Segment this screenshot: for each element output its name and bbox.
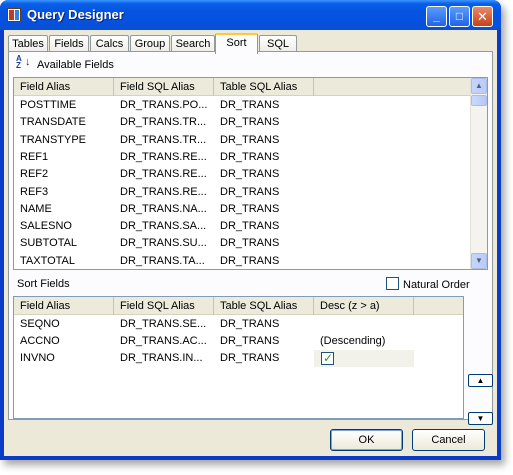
column-header-field-sql-alias[interactable]: Field SQL Alias: [114, 297, 214, 315]
column-header-field-sql-alias[interactable]: Field SQL Alias: [114, 78, 214, 96]
table-row[interactable]: REF2 DR_TRANS.RE... DR_TRANS: [14, 166, 469, 183]
available-fields-scrollbar[interactable]: ▲ ▼: [470, 78, 487, 269]
table-sql-alias-cell: DR_TRANS: [220, 335, 280, 347]
table-sql-alias-cell: DR_TRANS: [220, 99, 280, 111]
field-alias-cell: SUBTOTAL: [20, 237, 78, 250]
dialog-client-area: Tables Fields Calcs Group Search Sort SQ…: [4, 30, 497, 456]
column-header-desc[interactable]: Desc (z > a): [314, 297, 414, 315]
check-icon: ✓: [323, 351, 334, 365]
field-alias-cell: ACCNO: [20, 335, 60, 347]
maximize-button[interactable]: □: [449, 6, 470, 27]
table-sql-alias-cell: DR_TRANS: [220, 150, 280, 163]
table-row[interactable]: REF1 DR_TRANS.RE... DR_TRANS: [14, 149, 469, 166]
field-alias-cell: REF2: [20, 168, 49, 181]
table-row[interactable]: ACCNO DR_TRANS.AC... DR_TRANS (Descending): [14, 333, 463, 350]
sort-fields-header: Field Alias Field SQL Alias Table SQL Al…: [14, 297, 463, 315]
table-sql-alias-cell: DR_TRANS: [220, 133, 280, 146]
field-sql-alias-cell: DR_TRANS.TR...: [120, 116, 207, 129]
field-sql-alias-cell: DR_TRANS.PO...: [120, 99, 208, 111]
field-alias-cell: INVNO: [20, 352, 55, 364]
field-sql-alias-cell: DR_TRANS.TR...: [120, 133, 207, 146]
field-alias-cell: TRANSTYPE: [20, 133, 87, 146]
arrow-up-icon: ▲: [476, 376, 485, 385]
natural-order-label[interactable]: Natural Order: [403, 279, 470, 291]
tab-sort[interactable]: Sort: [215, 33, 258, 54]
field-sql-alias-cell: DR_TRANS.RE...: [120, 168, 207, 181]
arrow-down-icon: ▼: [476, 414, 485, 423]
sort-fields-label: Sort Fields: [17, 278, 70, 290]
field-sql-alias-cell: DR_TRANS.SE...: [120, 318, 207, 330]
field-sql-alias-cell: DR_TRANS.TA...: [120, 254, 205, 267]
table-sql-alias-cell: DR_TRANS: [220, 116, 280, 129]
column-header-table-sql-alias[interactable]: Table SQL Alias: [214, 78, 314, 96]
table-sql-alias-cell: DR_TRANS: [220, 318, 280, 330]
table-row[interactable]: SEQNO DR_TRANS.SE... DR_TRANS: [14, 316, 463, 333]
query-designer-window: Query Designer _ □ ✕ Tables Fields Calcs…: [0, 0, 501, 460]
scroll-thumb[interactable]: [471, 95, 487, 106]
field-alias-cell: SALESNO: [20, 220, 72, 233]
table-sql-alias-cell: DR_TRANS: [220, 254, 280, 267]
table-row[interactable]: SUBTOTAL DR_TRANS.SU... DR_TRANS: [14, 235, 469, 252]
descending-checkbox[interactable]: ✓: [321, 351, 334, 365]
field-alias-cell: TRANSDATE: [20, 116, 86, 129]
minimize-button[interactable]: _: [426, 6, 447, 27]
move-up-button[interactable]: ▲: [468, 374, 493, 387]
available-fields-label: Available Fields: [37, 59, 114, 71]
table-sql-alias-cell: DR_TRANS: [220, 168, 280, 181]
field-sql-alias-cell: DR_TRANS.RE...: [120, 185, 207, 198]
natural-order-checkbox[interactable]: [386, 277, 399, 290]
desc-cell[interactable]: (Descending): [320, 333, 412, 350]
field-alias-cell: SEQNO: [20, 318, 60, 330]
scroll-up-icon[interactable]: ▲: [471, 78, 487, 94]
table-row[interactable]: TRANSDATE DR_TRANS.TR... DR_TRANS: [14, 114, 469, 131]
table-sql-alias-cell: DR_TRANS: [220, 237, 280, 250]
table-sql-alias-cell: DR_TRANS: [220, 202, 280, 215]
table-sql-alias-cell: DR_TRANS: [220, 185, 280, 198]
available-fields-header: Field Alias Field SQL Alias Table SQL Al…: [14, 78, 487, 96]
field-sql-alias-cell: DR_TRANS.AC...: [120, 335, 207, 347]
desc-cell[interactable]: ✓: [314, 350, 414, 367]
sort-az-icon: A Z ↓: [16, 54, 31, 70]
table-row[interactable]: POSTTIME DR_TRANS.PO... DR_TRANS: [14, 97, 469, 114]
table-row[interactable]: SALESNO DR_TRANS.SA... DR_TRANS: [14, 218, 469, 235]
field-alias-cell: TAXTOTAL: [20, 254, 76, 267]
scroll-down-icon[interactable]: ▼: [471, 253, 487, 269]
field-alias-cell: POSTTIME: [20, 99, 77, 111]
field-sql-alias-cell: DR_TRANS.SA...: [120, 220, 207, 233]
table-sql-alias-cell: DR_TRANS: [220, 352, 280, 364]
table-row[interactable]: INVNO DR_TRANS.IN... DR_TRANS ✓: [14, 350, 463, 367]
table-row[interactable]: TAXTOTAL DR_TRANS.TA... DR_TRANS: [14, 253, 469, 269]
table-row[interactable]: TRANSTYPE DR_TRANS.TR... DR_TRANS: [14, 132, 469, 149]
field-alias-cell: REF3: [20, 185, 49, 198]
app-icon: [7, 8, 21, 22]
sort-fields-grid[interactable]: Field Alias Field SQL Alias Table SQL Al…: [13, 296, 464, 419]
field-alias-cell: REF1: [20, 150, 49, 163]
field-sql-alias-cell: DR_TRANS.RE...: [120, 150, 207, 163]
column-header-field-alias[interactable]: Field Alias: [14, 297, 114, 315]
field-alias-cell: NAME: [20, 202, 52, 215]
field-sql-alias-cell: DR_TRANS.IN...: [120, 352, 203, 364]
column-header-table-sql-alias[interactable]: Table SQL Alias: [214, 297, 314, 315]
field-sql-alias-cell: DR_TRANS.SU...: [120, 237, 207, 250]
sort-tab-panel: A Z ↓ Available Fields Field Alias Field…: [8, 51, 493, 425]
ok-button[interactable]: OK: [330, 429, 403, 451]
move-down-button[interactable]: ▼: [468, 412, 493, 425]
column-header-field-alias[interactable]: Field Alias: [14, 78, 114, 96]
window-title: Query Designer: [27, 7, 124, 22]
field-sql-alias-cell: DR_TRANS.NA...: [120, 202, 207, 215]
table-row[interactable]: NAME DR_TRANS.NA... DR_TRANS: [14, 201, 469, 218]
cancel-button[interactable]: Cancel: [412, 429, 485, 451]
table-row[interactable]: REF3 DR_TRANS.RE... DR_TRANS: [14, 184, 469, 201]
close-button[interactable]: ✕: [472, 6, 493, 27]
table-sql-alias-cell: DR_TRANS: [220, 220, 280, 233]
available-fields-grid[interactable]: Field Alias Field SQL Alias Table SQL Al…: [13, 77, 488, 270]
title-bar[interactable]: Query Designer _ □ ✕: [0, 0, 501, 30]
